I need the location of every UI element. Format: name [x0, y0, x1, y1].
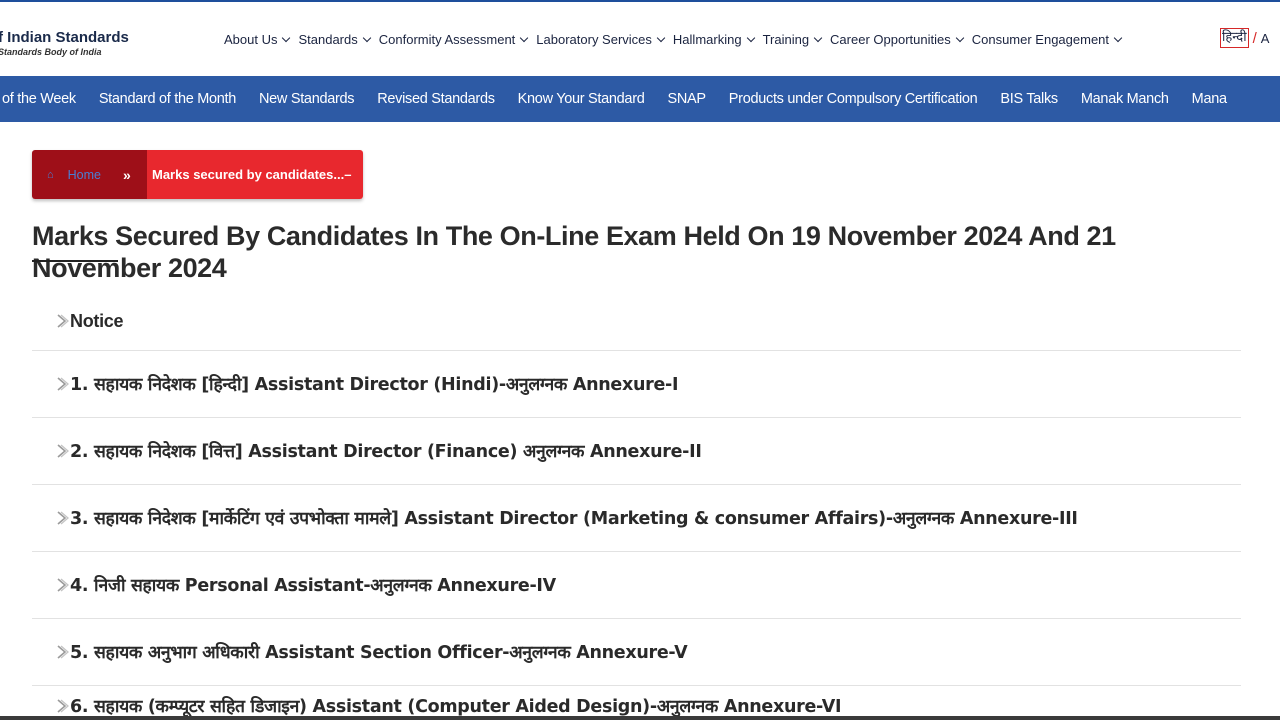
- subnav-item-manak-manch[interactable]: Manak Manch: [1081, 91, 1169, 107]
- main-nav: About Us Standards Conformity Assessment…: [224, 32, 1130, 47]
- nav-item-hallmarking[interactable]: Hallmarking: [672, 32, 755, 47]
- list-item-label[interactable]: 6. सहायक (कम्प्यूटर सहित डिजाइन) Assista…: [70, 694, 841, 718]
- list-item[interactable]: 2. सहायक निदेशक [वित्त] Assistant Direct…: [32, 418, 1241, 485]
- subnav-item-standard-of-the-month[interactable]: Standard of the Month: [99, 91, 236, 107]
- breadcrumb-current: Marks secured by candidates...–: [147, 150, 363, 199]
- chevron-right-icon: [57, 511, 69, 525]
- chevron-right-icon: [57, 444, 69, 458]
- chevron-down-icon: [1113, 33, 1123, 43]
- chevron-down-icon: [520, 33, 529, 43]
- lang-separator: /: [1252, 29, 1257, 47]
- chevron-down-icon: [656, 33, 666, 43]
- title-underline: [32, 260, 118, 262]
- list-item-label[interactable]: 3. सहायक निदेशक [मार्केटिंग एवं उपभोक्ता…: [70, 506, 1078, 530]
- subnav-item-compulsory-certification[interactable]: Products under Compulsory Certification: [729, 91, 978, 107]
- nav-item-training[interactable]: Training: [762, 32, 823, 47]
- breadcrumb-home: ⌂ Home »: [32, 150, 147, 199]
- chevron-right-icon: [57, 377, 69, 391]
- nav-item-label: Hallmarking: [672, 32, 742, 47]
- list-item[interactable]: 1. सहायक निदेशक [हिन्दी] Assistant Direc…: [32, 351, 1241, 418]
- nav-item-label: Training: [762, 32, 810, 47]
- nav-item-label: Career Opportunities: [830, 32, 951, 47]
- chevron-right-icon: [57, 314, 69, 328]
- list-item-label[interactable]: 1. सहायक निदेशक [हिन्दी] Assistant Direc…: [70, 372, 679, 396]
- list-item[interactable]: 6. सहायक (कम्प्यूटर सहित डिजाइन) Assista…: [32, 686, 1241, 720]
- nav-item-label: About Us: [224, 32, 278, 47]
- subnav-item-revised-standards[interactable]: Revised Standards: [377, 91, 495, 107]
- breadcrumb-home-link[interactable]: Home: [68, 168, 101, 182]
- subnav-item-know-your-standard[interactable]: Know Your Standard: [518, 91, 645, 107]
- list-item-label[interactable]: 2. सहायक निदेशक [वित्त] Assistant Direct…: [70, 439, 702, 463]
- list-item[interactable]: Notice: [32, 292, 1241, 351]
- bottom-scroll-edge: [0, 716, 1280, 720]
- nav-item-conformity-assessment[interactable]: Conformity Assessment: [378, 32, 529, 47]
- nav-item-label: Standards: [298, 32, 358, 47]
- subnav-item-bis-talks[interactable]: BIS Talks: [1000, 91, 1058, 107]
- list-item-label[interactable]: Notice: [70, 311, 124, 332]
- logo-subtitle: Standards Body of India: [0, 47, 102, 57]
- list-item[interactable]: 4. निजी सहायक Personal Assistant-अनुलग्न…: [32, 552, 1241, 619]
- document-list: Notice 1. सहायक निदेशक [हिन्दी] Assistan…: [32, 292, 1241, 720]
- list-item[interactable]: 5. सहायक अनुभाग अधिकारी Assistant Sectio…: [32, 619, 1241, 686]
- lang-english-link[interactable]: A: [1261, 31, 1270, 46]
- lang-hindi-link[interactable]: हिन्दी: [1220, 28, 1249, 48]
- chevron-right-icon: [57, 645, 69, 659]
- home-icon: ⌂: [47, 168, 54, 181]
- list-item-label[interactable]: 5. सहायक अनुभाग अधिकारी Assistant Sectio…: [70, 640, 688, 664]
- chevron-down-icon: [282, 33, 291, 43]
- subnav-item-new-standards[interactable]: New Standards: [259, 91, 355, 107]
- page-title: Marks Secured By Candidates In The On-Li…: [32, 221, 1116, 283]
- subnav-item-of-the-week[interactable]: of the Week: [2, 91, 76, 107]
- nav-item-laboratory-services[interactable]: Laboratory Services: [536, 32, 666, 47]
- logo-title[interactable]: f Indian Standards: [0, 29, 129, 46]
- language-switcher: हिन्दी / A: [1220, 28, 1269, 48]
- nav-item-label: Laboratory Services: [536, 32, 652, 47]
- nav-item-about-us[interactable]: About Us: [224, 32, 291, 47]
- chevron-down-icon: [362, 33, 371, 43]
- breadcrumb: ⌂ Home » Marks secured by candidates...–: [32, 150, 363, 199]
- chevron-down-icon: [813, 33, 823, 43]
- chevron-down-icon: [746, 33, 755, 43]
- nav-item-standards[interactable]: Standards: [298, 32, 371, 47]
- site-header: f Indian Standards Standards Body of Ind…: [0, 2, 1280, 76]
- breadcrumb-separator: »: [123, 166, 131, 183]
- chevron-right-icon: [57, 578, 69, 592]
- subnav-item-snap[interactable]: SNAP: [668, 91, 707, 107]
- nav-item-label: Conformity Assessment: [378, 32, 516, 47]
- secondary-nav: of the Week Standard of the Month New St…: [0, 76, 1280, 122]
- chevron-down-icon: [955, 33, 964, 43]
- list-item-label[interactable]: 4. निजी सहायक Personal Assistant-अनुलग्न…: [70, 573, 556, 597]
- nav-item-label: Consumer Engagement: [971, 32, 1110, 47]
- subnav-item-mana[interactable]: Mana: [1192, 91, 1227, 107]
- nav-item-consumer-engagement[interactable]: Consumer Engagement: [971, 32, 1123, 47]
- chevron-right-icon: [57, 699, 69, 713]
- nav-item-career-opportunities[interactable]: Career Opportunities: [830, 32, 964, 47]
- list-item[interactable]: 3. सहायक निदेशक [मार्केटिंग एवं उपभोक्ता…: [32, 485, 1241, 552]
